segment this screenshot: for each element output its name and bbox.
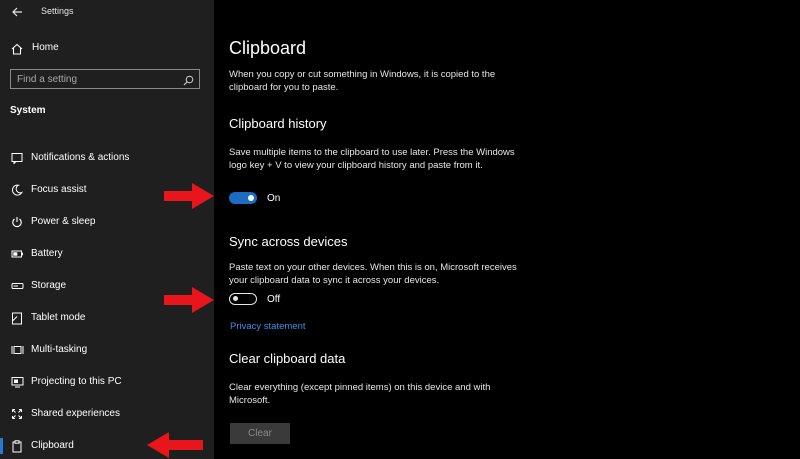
annotation-arrow-icon — [164, 287, 214, 313]
sidebar-item-label: Focus assist — [31, 184, 87, 195]
notification-icon — [10, 151, 24, 165]
clipboard-history-toggle[interactable] — [229, 192, 257, 204]
home-nav-item[interactable]: Home — [0, 39, 214, 59]
search-box[interactable] — [10, 69, 200, 89]
clipboard-history-toggle-state: On — [267, 193, 281, 204]
section-label-system: System — [10, 105, 46, 116]
tablet-icon — [10, 311, 24, 325]
sidebar: Settings Home System Notifications & act… — [0, 0, 214, 459]
main-content: Clipboard When you copy or cut something… — [214, 0, 800, 459]
clipboard-history-description: Save multiple items to the clipboard to … — [229, 147, 515, 171]
sidebar-item-label: Shared experiences — [31, 408, 120, 419]
sidebar-item-label: Clipboard — [31, 440, 74, 451]
sidebar-item-label: Projecting to this PC — [31, 376, 122, 387]
storage-icon — [10, 279, 24, 293]
sidebar-item-label: Power & sleep — [31, 216, 96, 227]
clear-description: Clear everything (except pinned items) o… — [229, 382, 491, 406]
window-title: Settings — [41, 6, 74, 16]
privacy-statement-link[interactable]: Privacy statement — [230, 321, 306, 332]
sidebar-item-projecting[interactable]: Projecting to this PC — [0, 371, 214, 393]
sidebar-item-label: Notifications & actions — [31, 152, 130, 163]
sidebar-item-shared-experiences[interactable]: Shared experiences — [0, 403, 214, 425]
projector-icon — [10, 375, 24, 389]
sync-toggle-state: Off — [267, 294, 281, 305]
back-button[interactable] — [10, 5, 24, 19]
search-icon[interactable] — [183, 73, 194, 91]
clear-heading: Clear clipboard data — [229, 351, 346, 366]
sidebar-item-power-sleep[interactable]: Power & sleep — [0, 211, 214, 233]
sidebar-item-notifications[interactable]: Notifications & actions — [0, 147, 214, 169]
sidebar-item-multitasking[interactable]: Multi-tasking — [0, 339, 214, 361]
sidebar-item-battery[interactable]: Battery — [0, 243, 214, 265]
multitasking-icon — [10, 343, 24, 357]
back-arrow-icon — [11, 7, 22, 17]
home-label: Home — [32, 42, 59, 53]
sidebar-item-label: Storage — [31, 280, 67, 291]
sync-heading: Sync across devices — [229, 234, 348, 249]
page-title: Clipboard — [229, 38, 307, 58]
shared-icon — [10, 407, 24, 421]
home-icon — [11, 42, 23, 60]
annotation-arrow-icon — [147, 432, 203, 458]
power-icon — [10, 215, 24, 229]
sync-description: Paste text on your other devices. When t… — [229, 262, 517, 286]
annotation-arrow-icon — [164, 183, 214, 209]
sidebar-item-label: Battery — [31, 248, 63, 259]
intro-text: When you copy or cut something in Window… — [229, 69, 496, 93]
clipboard-history-heading: Clipboard history — [229, 116, 327, 131]
clear-button[interactable]: Clear — [230, 423, 290, 444]
sidebar-item-label: Tablet mode — [31, 312, 86, 323]
sync-toggle[interactable] — [229, 293, 257, 305]
sidebar-item-label: Multi-tasking — [31, 344, 88, 355]
moon-icon — [10, 183, 24, 197]
title-bar: Settings — [0, 0, 214, 24]
battery-icon — [10, 247, 24, 261]
search-input[interactable] — [17, 72, 177, 86]
clipboard-icon — [10, 439, 24, 453]
